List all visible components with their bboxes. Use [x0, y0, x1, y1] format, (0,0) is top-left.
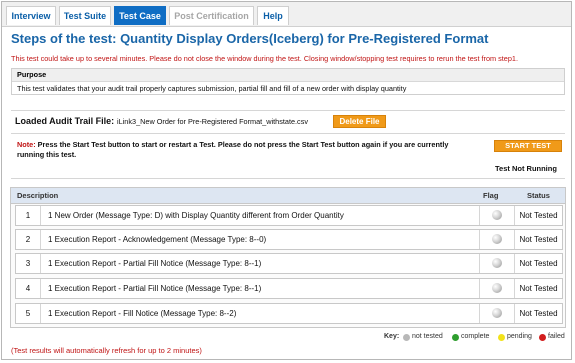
row-flag — [479, 279, 515, 298]
divider — [11, 110, 565, 111]
complete-dot-icon — [452, 334, 459, 341]
row-status: Not Tested — [519, 235, 558, 244]
table-row: 1 1 New Order (Message Type: D) with Dis… — [15, 205, 563, 226]
row-description: 1 Execution Report - Acknowledgement (Me… — [48, 235, 267, 244]
header-flag: Flag — [483, 191, 499, 200]
legend-failed: failed — [548, 333, 565, 340]
not-tested-indicator-icon — [492, 308, 502, 318]
not-tested-indicator-icon — [492, 234, 502, 244]
not-tested-indicator-icon — [492, 258, 502, 268]
row-number: 2 — [16, 230, 41, 249]
header-description: Description — [17, 191, 59, 200]
failed-dot-icon — [539, 334, 546, 341]
row-number: 5 — [16, 304, 41, 323]
not-tested-dot-icon — [403, 334, 410, 341]
row-description: 1 Execution Report - Partial Fill Notice… — [48, 284, 262, 293]
legend-not-tested: not tested — [412, 333, 443, 340]
row-description: 1 Execution Report - Fill Notice (Messag… — [48, 309, 237, 318]
tab-test-suite[interactable]: Test Suite — [59, 6, 111, 25]
table-header: Description Flag Status — [11, 188, 565, 204]
page-title: Steps of the test: Quantity Display Orde… — [11, 31, 489, 46]
legend-complete: complete — [461, 333, 490, 340]
tab-help[interactable]: Help — [257, 6, 289, 25]
row-description: 1 New Order (Message Type: D) with Displ… — [48, 211, 344, 220]
legend-pending: pending — [507, 333, 532, 340]
audit-trail-filename: iLink3_New Order for Pre-Registered Form… — [117, 117, 309, 126]
row-status: Not Tested — [519, 211, 558, 220]
divider — [11, 133, 565, 134]
delete-file-button[interactable]: Delete File — [333, 115, 386, 128]
purpose-text: This test validates that your audit trai… — [17, 84, 407, 93]
row-number: 4 — [16, 279, 41, 298]
row-status: Not Tested — [519, 259, 558, 268]
start-test-button[interactable]: START TEST — [494, 140, 562, 152]
row-status: Not Tested — [519, 284, 558, 293]
table-row: 4 1 Execution Report - Partial Fill Noti… — [15, 278, 563, 299]
not-tested-indicator-icon — [492, 283, 502, 293]
row-flag — [479, 206, 515, 225]
table-row: 2 1 Execution Report - Acknowledgement (… — [15, 229, 563, 250]
tab-bar: Interview Test Suite Test Case Post Cert… — [2, 2, 571, 27]
start-test-note: Note: Press the Start Test button to sta… — [17, 140, 472, 160]
test-steps-table: Description Flag Status 1 1 New Order (M… — [10, 187, 566, 328]
row-status: Not Tested — [519, 309, 558, 318]
row-description: 1 Execution Report - Partial Fill Notice… — [48, 259, 262, 268]
tab-post-certification: Post Certification — [169, 6, 254, 25]
note-label: Note: — [17, 140, 36, 149]
table-row: 5 1 Execution Report - Fill Notice (Mess… — [15, 303, 563, 324]
tab-interview[interactable]: Interview — [6, 6, 56, 25]
warning-message: This test could take up to several minut… — [11, 54, 518, 63]
row-number: 3 — [16, 254, 41, 273]
purpose-heading: Purpose — [12, 69, 564, 82]
table-row: 3 1 Execution Report - Partial Fill Noti… — [15, 253, 563, 274]
legend-key-label: Key: — [384, 333, 400, 340]
divider — [11, 178, 565, 179]
audit-trail-label: Loaded Audit Trail File: — [15, 116, 115, 126]
refresh-note: (Test results will automatically refresh… — [11, 346, 202, 355]
row-flag — [479, 254, 515, 273]
header-status: Status — [527, 191, 550, 200]
not-tested-indicator-icon — [492, 210, 502, 220]
row-flag — [479, 230, 515, 249]
tab-test-case[interactable]: Test Case — [114, 6, 166, 25]
purpose-panel: Purpose This test validates that your au… — [11, 68, 565, 95]
row-flag — [479, 304, 515, 323]
row-number: 1 — [16, 206, 41, 225]
test-status: Test Not Running — [495, 164, 557, 173]
pending-dot-icon — [498, 334, 505, 341]
note-text: Press the Start Test button to start or … — [17, 140, 449, 159]
